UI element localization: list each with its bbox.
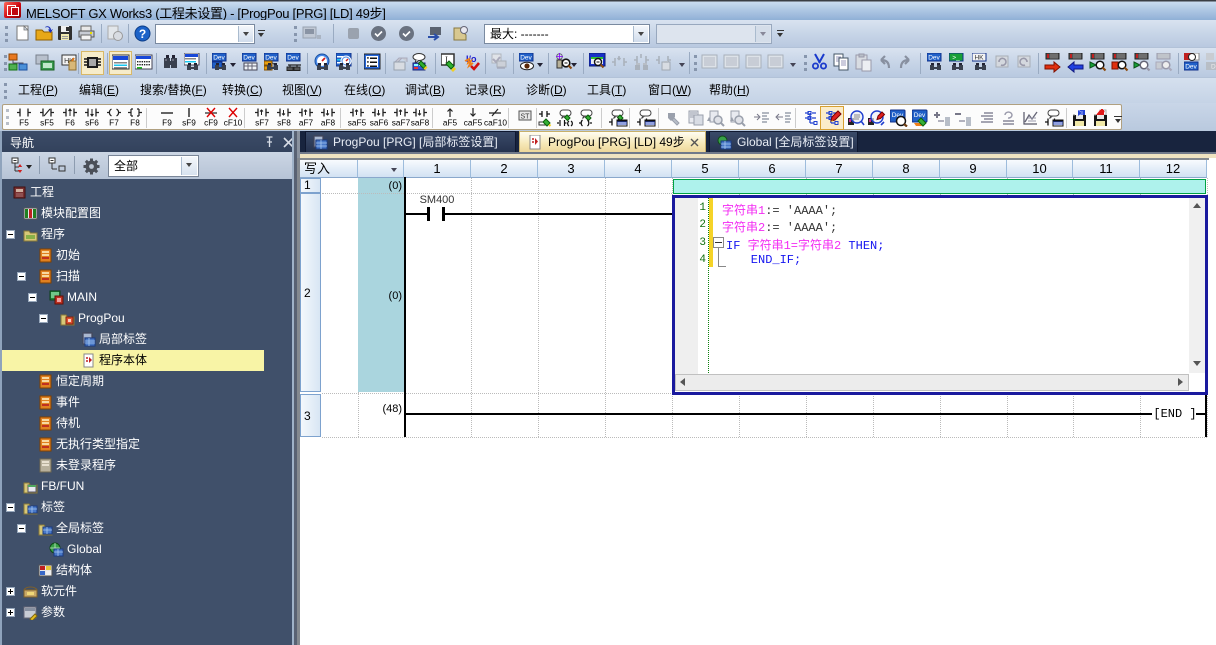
svg-text:Dev: Dev [287,55,299,62]
svg-text:Dev: Dev [928,55,940,62]
svg-text:?: ? [139,27,146,41]
svg-text:Dev: Dev [1185,64,1197,71]
svg-text:HK: HK [974,55,984,62]
svg-text:>_: >_ [952,55,960,62]
svg-text:Dev: Dev [520,55,532,62]
svg-text:Dev: Dev [914,112,926,119]
svg-text:Dev: Dev [265,55,277,62]
svg-text:Dev: Dev [243,55,255,62]
svg-text:ST: ST [521,114,531,121]
svg-text:De: De [1211,64,1216,71]
svg-text:Dev: Dev [213,55,225,62]
